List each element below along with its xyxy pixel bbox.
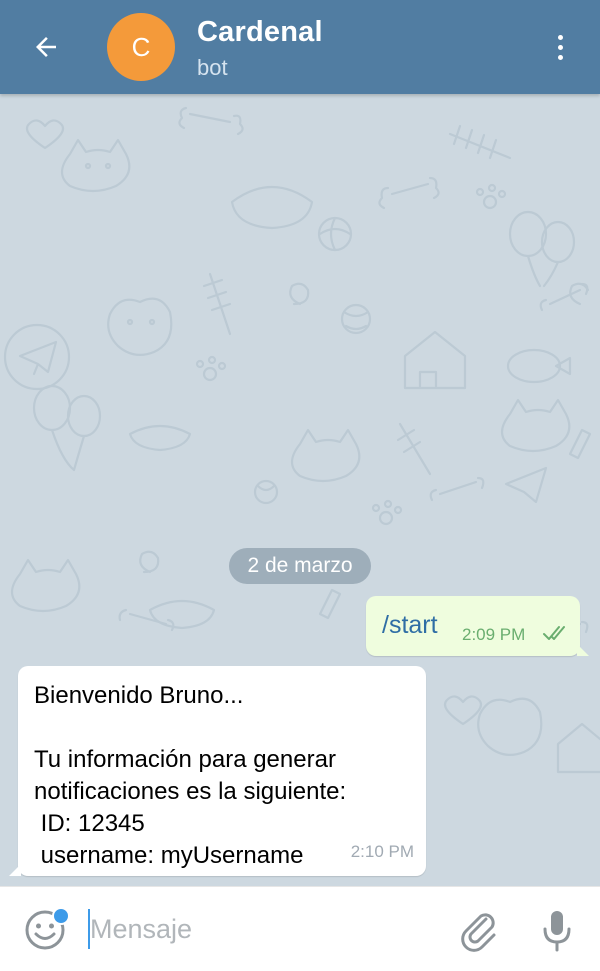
more-vertical-icon (557, 34, 563, 40)
back-button[interactable] (22, 23, 70, 71)
message-text[interactable]: Bienvenido Bruno... Tu información para … (34, 680, 346, 872)
chat-area[interactable]: 2 de marzo /start 2:09 PM Bienvenido Bru… (0, 94, 600, 886)
chat-subtitle: bot (197, 55, 228, 80)
more-vertical-icon-dot (557, 54, 563, 60)
more-options-button[interactable] (540, 23, 580, 71)
chat-header: C Cardenal bot (0, 0, 600, 94)
notification-dot (52, 907, 70, 925)
message-input-bar (0, 886, 600, 971)
avatar[interactable]: C (107, 13, 175, 81)
more-vertical-icon-dot (557, 44, 563, 50)
arrow-left-icon (36, 37, 56, 57)
chat-title[interactable]: Cardenal (197, 16, 323, 49)
message-time: 2:10 PM (350, 842, 414, 861)
microphone-icon[interactable] (534, 907, 580, 953)
outgoing-message-bubble[interactable]: /start 2:09 PM (366, 596, 589, 656)
message-text[interactable]: /start (382, 611, 438, 640)
date-separator: 2 de marzo (229, 548, 371, 584)
double-check-icon (543, 626, 565, 640)
message-time: 2:09 PM (462, 625, 526, 644)
message-input[interactable] (90, 909, 430, 949)
bubble-tail (9, 864, 21, 876)
incoming-message-bubble[interactable]: Bienvenido Bruno... Tu información para … (9, 666, 426, 876)
bubble-tail (577, 644, 589, 656)
paperclip-icon[interactable] (456, 907, 502, 953)
